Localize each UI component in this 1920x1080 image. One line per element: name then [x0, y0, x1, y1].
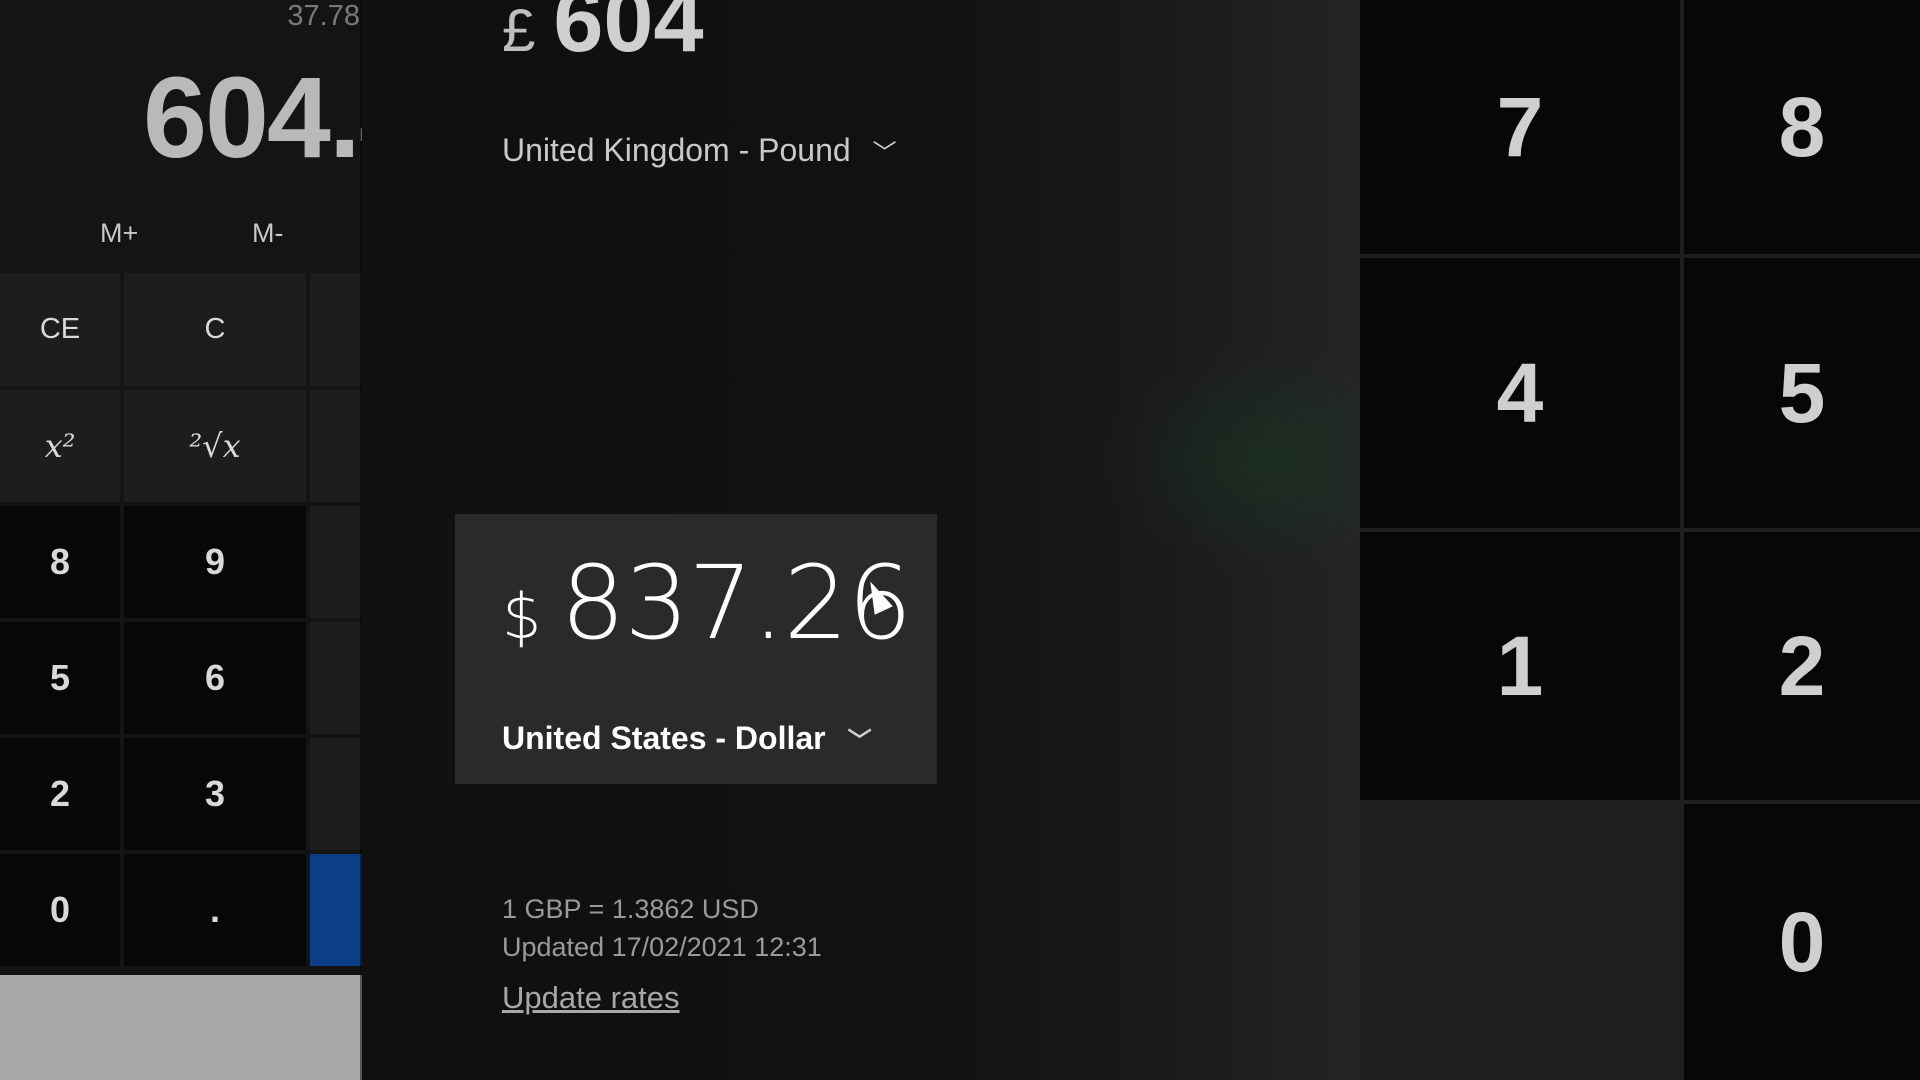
- operator-button[interactable]: [310, 390, 362, 502]
- digit-0-button[interactable]: 0: [1684, 804, 1920, 1080]
- to-currency-symbol: $: [502, 580, 541, 653]
- operator-button[interactable]: [310, 506, 362, 618]
- digit-5-button[interactable]: 5: [0, 622, 120, 734]
- number-keypad: 7 8 4 5 1 2 0: [1360, 0, 1920, 1080]
- background-calculator: 37.78 604.4 M+ M- CE C x² ²√x 8 9 5 6 2 …: [0, 0, 362, 1080]
- operator-button[interactable]: [310, 738, 362, 850]
- exchange-rate-text: 1 GBP = 1.3862 USD: [502, 894, 759, 924]
- to-amount[interactable]: $837.26: [502, 544, 912, 663]
- square-root-button[interactable]: ²√x: [124, 390, 306, 502]
- memory-history: 37.78: [287, 0, 360, 32]
- operator-button[interactable]: [310, 622, 362, 734]
- digit-2-button[interactable]: 2: [0, 738, 120, 850]
- to-currency-field[interactable]: $837.26 United States - Dollar ﹀: [455, 514, 937, 784]
- clear-button[interactable]: C: [124, 273, 306, 386]
- digit-2-button[interactable]: 2: [1684, 532, 1920, 800]
- to-amount-value: 837.26: [560, 544, 912, 663]
- from-currency-dropdown[interactable]: United Kingdom - Pound ﹀: [502, 132, 897, 169]
- taskbar-strip: [0, 975, 362, 1080]
- backspace-button[interactable]: [310, 273, 362, 386]
- digit-1-button[interactable]: 1: [1360, 532, 1680, 800]
- digit-3-button[interactable]: 3: [124, 738, 306, 850]
- rate-updated-text: Updated 17/02/2021 12:31: [502, 932, 822, 962]
- decimal-button[interactable]: .: [124, 854, 306, 966]
- to-currency-dropdown[interactable]: United States - Dollar ﹀: [502, 720, 872, 757]
- digit-8-button[interactable]: 8: [0, 506, 120, 618]
- memory-subtract-button[interactable]: M-: [252, 218, 283, 249]
- to-currency-label: United States - Dollar: [502, 720, 826, 756]
- digit-9-button[interactable]: 9: [124, 506, 306, 618]
- memory-add-button[interactable]: M+: [100, 218, 138, 249]
- from-currency-label: United Kingdom - Pound: [502, 132, 851, 168]
- from-amount-value: 604: [553, 0, 704, 71]
- update-rates-link[interactable]: Update rates: [502, 980, 680, 1016]
- currency-converter-panel: £604 United Kingdom - Pound ﹀ $837.26 Un…: [362, 0, 1442, 1080]
- digit-8-button[interactable]: 8: [1684, 0, 1920, 254]
- from-amount[interactable]: £604: [502, 0, 704, 73]
- chevron-down-icon: ﹀: [872, 140, 897, 167]
- equals-button[interactable]: [310, 854, 362, 966]
- digit-7-button[interactable]: 7: [1360, 0, 1680, 254]
- digit-6-button[interactable]: 6: [124, 622, 306, 734]
- calculator-display: 604.4: [143, 54, 362, 182]
- digit-5-button[interactable]: 5: [1684, 258, 1920, 528]
- digit-0-button[interactable]: 0: [0, 854, 120, 966]
- exchange-rate-info: 1 GBP = 1.3862 USD Updated 17/02/2021 12…: [502, 890, 822, 966]
- chevron-down-icon: ﹀: [847, 728, 872, 755]
- square-button[interactable]: x²: [0, 390, 120, 502]
- clear-entry-button[interactable]: CE: [0, 273, 120, 386]
- from-currency-symbol: £: [502, 0, 536, 64]
- digit-4-button[interactable]: 4: [1360, 258, 1680, 528]
